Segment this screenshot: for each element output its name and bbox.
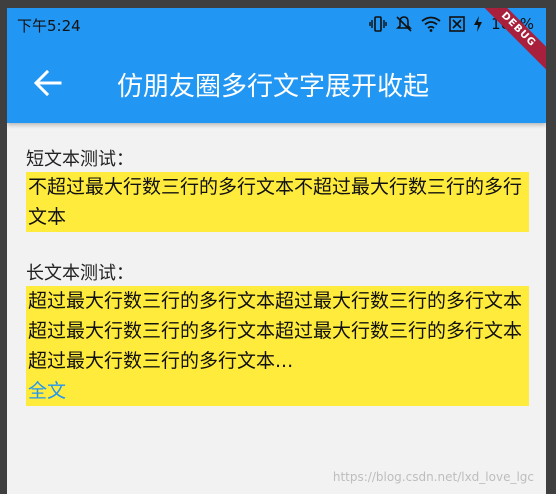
no-sim-icon [449, 16, 465, 32]
phone-screen: 下午5:24 仿朋友圈多行文字展开收起 DEBUG 短文本测试： 不超过最大行数… [7, 8, 546, 494]
app-bar: 下午5:24 仿朋友圈多行文字展开收起 [7, 8, 546, 123]
mute-icon [396, 16, 413, 32]
toolbar: 仿朋友圈多行文字展开收起 [7, 42, 546, 123]
long-text-content: 超过最大行数三行的多行文本超过最大行数三行的多行文本超过最大行数三行的多行文本超… [28, 290, 523, 372]
charging-icon [474, 16, 483, 32]
expand-full-text-link[interactable]: 全文 [28, 380, 66, 402]
short-text-box: 不超过最大行数三行的多行文本不超过最大行数三行的多行文本 [26, 172, 529, 232]
arrow-back-icon[interactable] [33, 68, 63, 98]
wifi-icon [421, 16, 441, 32]
watermark: https://blog.csdn.net/lxd_love_lgc [332, 470, 534, 484]
page-title: 仿朋友圈多行文字展开收起 [117, 72, 430, 102]
vibrate-icon [369, 16, 387, 32]
long-text-box: 超过最大行数三行的多行文本超过最大行数三行的多行文本超过最大行数三行的多行文本超… [26, 286, 529, 406]
short-text-label: 短文本测试： [26, 149, 134, 170]
status-time: 下午5:24 [17, 17, 81, 35]
short-text-content: 不超过最大行数三行的多行文本不超过最大行数三行的多行文本 [28, 176, 523, 228]
content: 短文本测试： 不超过最大行数三行的多行文本不超过最大行数三行的多行文本 长文本测… [26, 148, 529, 406]
status-bar: 下午5:24 [7, 8, 546, 42]
long-text-label: 长文本测试： [26, 263, 134, 284]
